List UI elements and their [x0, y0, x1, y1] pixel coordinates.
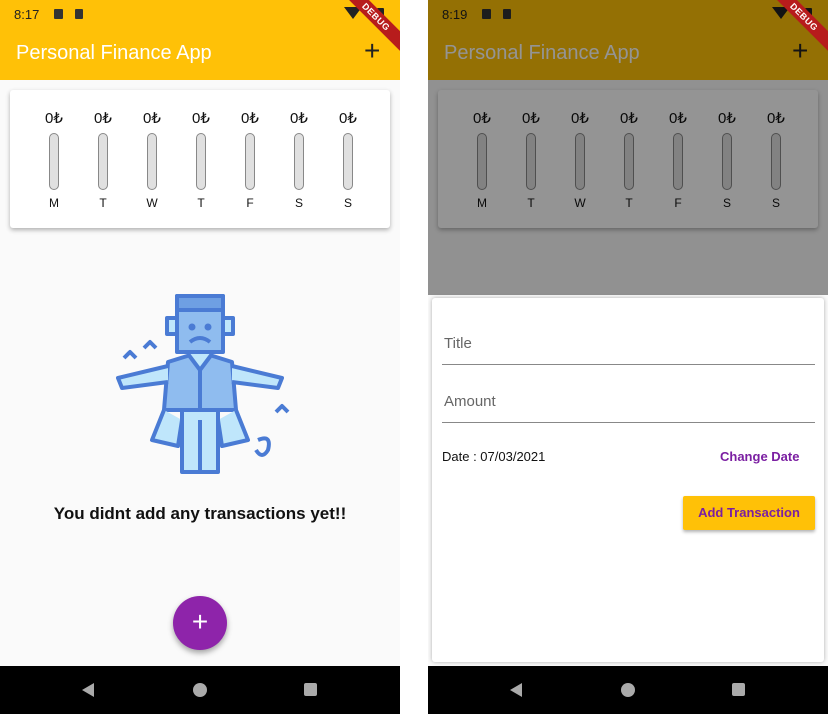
- bar-track: [196, 133, 206, 190]
- home-icon[interactable]: [621, 683, 635, 697]
- app-title: Personal Finance App: [16, 42, 212, 64]
- amount-field: [442, 382, 819, 423]
- phone-screen-transactions: 8:17 DEBUG Personal Finance App + 0₺ M 0…: [0, 0, 400, 714]
- bar-day-label: M: [49, 196, 59, 210]
- bar-day-label: T: [99, 196, 107, 210]
- bar-track: [245, 133, 255, 190]
- selected-date: Date : 07/03/2021: [442, 449, 546, 464]
- bar-day-label: S: [343, 196, 352, 210]
- bar-track: [98, 133, 108, 190]
- bar-amount: 0₺: [45, 110, 63, 127]
- add-transaction-button[interactable]: Add Transaction: [683, 496, 815, 530]
- chart-bar-monday: 0₺ M: [39, 108, 69, 210]
- bar-track: [147, 133, 157, 190]
- change-date-button[interactable]: Change Date: [720, 449, 799, 464]
- bar-amount: 0₺: [339, 110, 357, 127]
- home-icon[interactable]: [193, 683, 207, 697]
- recents-icon[interactable]: [732, 683, 745, 696]
- bar-amount: 0₺: [143, 110, 161, 127]
- sd-card-icon: [75, 9, 83, 19]
- notification-icon: [54, 9, 63, 19]
- bar-amount: 0₺: [192, 110, 210, 127]
- bar-amount: 0₺: [290, 110, 308, 127]
- chart-bar-sunday: 0₺ S: [333, 108, 363, 210]
- chart-bar-wednesday: 0₺ W: [137, 108, 167, 210]
- system-nav-bar: [0, 666, 400, 714]
- empty-state-message: You didnt add any transactions yet!!: [53, 504, 347, 523]
- phone-screen-new-transaction: 8:19 DEBUG Personal Finance App + 0₺ M 0…: [428, 0, 828, 714]
- bar-track: [343, 133, 353, 190]
- chart-bar-tuesday: 0₺ T: [88, 108, 118, 210]
- add-transaction-fab[interactable]: +: [173, 596, 227, 650]
- bar-day-label: T: [197, 196, 205, 210]
- bar-amount: 0₺: [241, 110, 259, 127]
- bar-track: [49, 133, 59, 190]
- new-transaction-sheet: Date : 07/03/2021 Change Date Add Transa…: [432, 298, 824, 662]
- bar-day-label: F: [246, 196, 254, 210]
- modal-scrim[interactable]: [428, 0, 828, 295]
- amount-input[interactable]: [442, 392, 819, 411]
- title-field: [442, 324, 819, 365]
- title-input[interactable]: [442, 334, 819, 353]
- add-icon[interactable]: +: [364, 37, 380, 65]
- bar-day-label: W: [146, 196, 158, 210]
- back-icon[interactable]: [510, 683, 522, 697]
- chart-bar-friday: 0₺ F: [235, 108, 265, 210]
- weekly-chart-card: 0₺ M 0₺ T 0₺ W 0₺ T 0₺ F 0₺ S 0₺ S: [10, 90, 390, 228]
- recents-icon[interactable]: [304, 683, 317, 696]
- bar-day-label: S: [294, 196, 303, 210]
- status-bar: 8:17: [0, 0, 400, 28]
- app-bar: Personal Finance App +: [0, 28, 400, 80]
- empty-wallet-illustration: [116, 294, 290, 474]
- bar-track: [294, 133, 304, 190]
- status-time: 8:17: [14, 7, 40, 22]
- back-icon[interactable]: [82, 683, 94, 697]
- system-nav-bar: [428, 666, 828, 714]
- bar-amount: 0₺: [94, 110, 112, 127]
- chart-bar-thursday: 0₺ T: [186, 108, 216, 210]
- chart-bar-saturday: 0₺ S: [284, 108, 314, 210]
